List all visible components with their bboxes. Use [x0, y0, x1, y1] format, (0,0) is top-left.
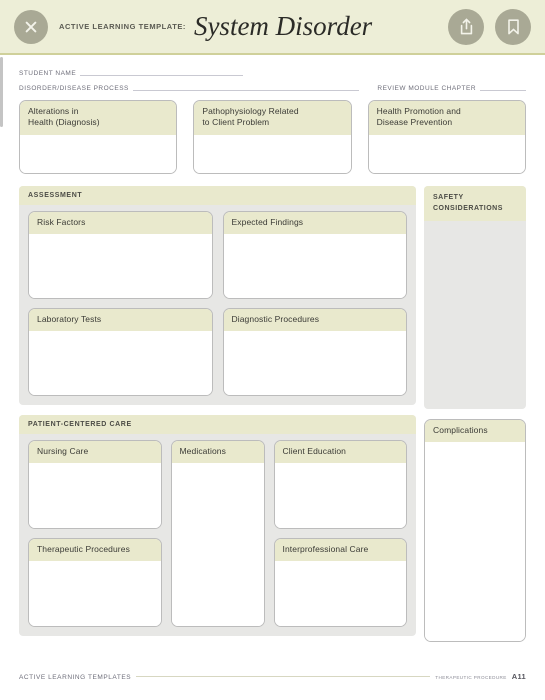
assessment-section-title: ASSESSMENT — [19, 186, 416, 205]
nursing-care-label: Nursing Care — [29, 441, 161, 464]
footer: ACTIVE LEARNING TEMPLATES THERAPEUTIC PR… — [19, 672, 526, 690]
interprofessional-care-input[interactable] — [274, 561, 407, 626]
risk-factors-box[interactable]: Risk Factors — [28, 211, 213, 299]
patient-centered-care-section-title: PATIENT-CENTERED CARE — [19, 415, 416, 434]
complications-box[interactable]: Complications — [424, 419, 526, 642]
patient-centered-care-panel: PATIENT-CENTERED CARE Nursing Care Thera… — [19, 415, 416, 636]
page-title: System Disorder — [193, 11, 373, 41]
footer-page-number: A11 — [511, 672, 526, 681]
health-promotion-label: Health Promotion and Disease Prevention — [368, 101, 525, 135]
pcc-column-left: Nursing Care Therapeutic Procedures — [28, 440, 162, 627]
identity-fields: STUDENT NAME DISORDER/DISEASE PROCESS RE… — [19, 55, 526, 92]
expected-findings-input[interactable] — [223, 234, 406, 298]
main-grid: ASSESSMENT Risk Factors Expected Finding… — [19, 186, 526, 642]
assessment-row-1: Risk Factors Expected Findings — [28, 211, 407, 299]
diagnostic-procedures-box[interactable]: Diagnostic Procedures — [222, 308, 407, 396]
alterations-in-health-label: Alterations in Health (Diagnosis) — [20, 101, 177, 135]
pathophysiology-box[interactable]: Pathophysiology Related to Client Problem — [193, 100, 352, 174]
bookmark-button[interactable] — [495, 8, 531, 45]
student-name-label: STUDENT NAME — [19, 70, 77, 77]
assessment-panel-body: Risk Factors Expected Findings Laborator… — [19, 205, 416, 405]
pcc-column-middle: Medications — [170, 440, 265, 627]
share-button[interactable] — [448, 8, 484, 45]
laboratory-tests-label: Laboratory Tests — [29, 309, 212, 332]
risk-factors-label: Risk Factors — [29, 212, 212, 235]
medications-input[interactable] — [171, 463, 264, 626]
disorder-process-input[interactable] — [132, 83, 360, 91]
health-promotion-input[interactable] — [368, 134, 525, 173]
medications-label: Medications — [171, 441, 264, 464]
complications-label: Complications — [425, 420, 525, 443]
alterations-in-health-box[interactable]: Alterations in Health (Diagnosis) — [19, 100, 178, 174]
expected-findings-label: Expected Findings — [223, 212, 406, 235]
top-boxes-row: Alterations in Health (Diagnosis) Pathoph… — [19, 100, 526, 174]
safety-considerations-box[interactable]: SAFETY CONSIDERATIONS — [424, 186, 526, 409]
therapeutic-procedures-input[interactable] — [29, 561, 161, 626]
close-x-icon — [23, 19, 39, 35]
disorder-process-row: DISORDER/DISEASE PROCESS REVIEW MODULE C… — [19, 84, 526, 92]
patient-centered-care-body: Nursing Care Therapeutic Procedures Medi… — [19, 434, 416, 636]
footer-meta: THERAPEUTIC PROCEDURE A11 — [430, 672, 526, 681]
student-name-row: STUDENT NAME — [19, 69, 526, 77]
pathophysiology-label: Pathophysiology Related to Client Problem — [194, 101, 351, 135]
footer-brand: ACTIVE LEARNING TEMPLATES — [19, 674, 137, 681]
safety-considerations-label: SAFETY CONSIDERATIONS — [424, 186, 526, 221]
therapeutic-procedures-box[interactable]: Therapeutic Procedures — [28, 538, 162, 627]
active-learning-template-page: ACTIVE LEARNING TEMPLATE: System Disorde… — [0, 0, 545, 700]
client-education-input[interactable] — [274, 463, 407, 528]
template-sheet: STUDENT NAME DISORDER/DISEASE PROCESS RE… — [0, 55, 545, 700]
nursing-care-input[interactable] — [29, 463, 161, 528]
app-bar: ACTIVE LEARNING TEMPLATE: System Disorde… — [0, 0, 545, 55]
close-button[interactable] — [14, 9, 48, 44]
medications-box[interactable]: Medications — [170, 440, 265, 627]
pcc-column-right: Client Education Interprofessional Care — [273, 440, 408, 627]
health-promotion-box[interactable]: Health Promotion and Disease Prevention — [367, 100, 526, 174]
alterations-in-health-input[interactable] — [20, 134, 177, 173]
review-module-chapter-label: REVIEW MODULE CHAPTER — [377, 85, 477, 92]
assessment-row-2: Laboratory Tests Diagnostic Procedures — [28, 308, 407, 396]
therapeutic-procedures-label: Therapeutic Procedures — [29, 539, 161, 562]
laboratory-tests-input[interactable] — [29, 331, 212, 395]
main-left-column: ASSESSMENT Risk Factors Expected Finding… — [19, 186, 416, 642]
diagnostic-procedures-input[interactable] — [223, 331, 406, 395]
footer-category: THERAPEUTIC PROCEDURE — [435, 675, 507, 680]
assessment-panel: ASSESSMENT Risk Factors Expected Finding… — [19, 186, 416, 405]
bookmark-icon — [506, 18, 521, 36]
diagnostic-procedures-label: Diagnostic Procedures — [223, 309, 406, 332]
disorder-process-label: DISORDER/DISEASE PROCESS — [19, 85, 129, 92]
pathophysiology-input[interactable] — [194, 134, 351, 173]
risk-factors-input[interactable] — [29, 234, 212, 298]
student-name-input[interactable] — [80, 68, 244, 76]
client-education-box[interactable]: Client Education — [273, 440, 408, 529]
complications-input[interactable] — [425, 442, 525, 641]
share-upload-icon — [458, 18, 475, 36]
review-module-chapter-input[interactable] — [480, 83, 526, 91]
client-education-label: Client Education — [274, 441, 407, 464]
interprofessional-care-box[interactable]: Interprofessional Care — [273, 538, 408, 627]
main-right-column: SAFETY CONSIDERATIONS Complications — [424, 186, 526, 642]
interprofessional-care-label: Interprofessional Care — [274, 539, 407, 562]
nursing-care-box[interactable]: Nursing Care — [28, 440, 162, 529]
template-kicker-label: ACTIVE LEARNING TEMPLATE: — [59, 22, 186, 31]
app-bar-actions — [448, 8, 531, 45]
laboratory-tests-box[interactable]: Laboratory Tests — [28, 308, 213, 396]
safety-considerations-input[interactable] — [424, 221, 526, 409]
expected-findings-box[interactable]: Expected Findings — [222, 211, 407, 299]
